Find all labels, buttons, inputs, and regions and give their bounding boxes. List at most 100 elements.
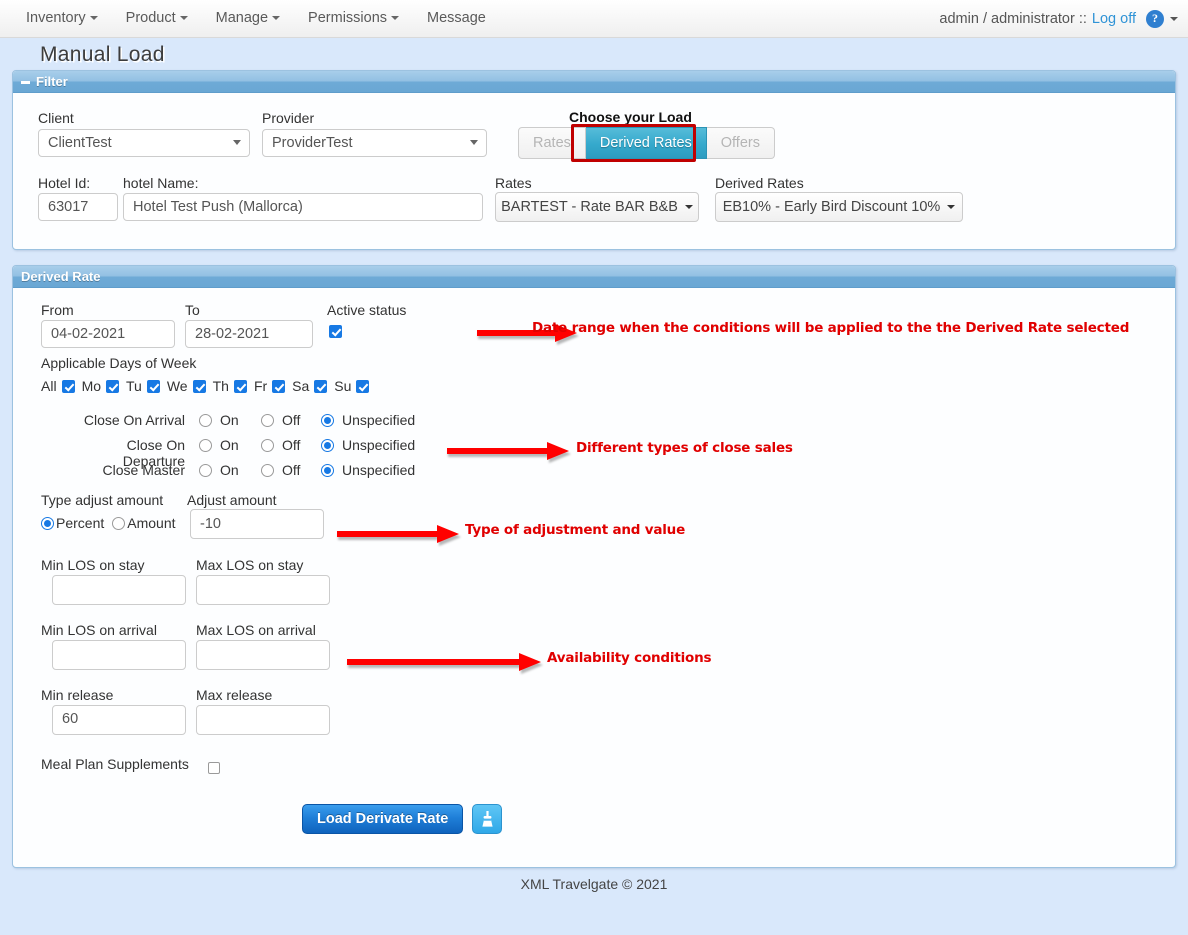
nav-item-permissions[interactable]: Permissions	[294, 0, 413, 37]
close-master-radio-off[interactable]	[261, 464, 274, 477]
max-los-arrival-label: Max LOS on arrival	[196, 622, 316, 638]
load-type-offers-button[interactable]: Offers	[706, 127, 775, 159]
provider-label: Provider	[262, 110, 315, 126]
days-of-week-label: Applicable Days of Week	[41, 355, 197, 371]
from-date-input[interactable]: 04-02-2021	[41, 320, 175, 348]
nav-item-inventory[interactable]: Inventory	[12, 0, 112, 37]
footer-copyright: XML Travelgate © 2021	[520, 876, 668, 892]
to-date-input[interactable]: 28-02-2021	[185, 320, 313, 348]
close-on-departure-unspecified-label: Unspecified	[342, 437, 416, 453]
type-amount-radio[interactable]	[112, 516, 126, 530]
rates-dropdown-button[interactable]: BARTEST - Rate BAR B&B	[495, 192, 699, 222]
annotation-arrow-adjustment	[337, 523, 467, 545]
derived-rates-label: Derived Rates	[715, 175, 804, 191]
client-select[interactable]: ClientTest	[38, 129, 250, 157]
min-release-input[interactable]: 60	[52, 705, 186, 735]
clear-form-button[interactable]	[472, 804, 502, 834]
max-los-stay-input[interactable]	[196, 575, 330, 605]
close-on-arrival-label: Close On Arrival	[83, 412, 185, 428]
nav-item-manage-label: Manage	[215, 10, 269, 26]
close-master-radio-unspecified[interactable]	[321, 464, 334, 477]
max-los-stay-label: Max LOS on stay	[196, 557, 304, 573]
collapse-icon[interactable]	[21, 80, 30, 84]
min-los-arrival-input[interactable]	[52, 640, 186, 670]
day-label-fr: Fr	[253, 378, 268, 394]
log-off-link[interactable]: Log off	[1092, 11, 1136, 27]
hotel-id-label: Hotel Id:	[38, 175, 91, 191]
meal-plan-supplements-checkbox[interactable]	[208, 762, 220, 774]
provider-select[interactable]: ProviderTest	[262, 129, 487, 157]
day-label-we: We	[166, 378, 188, 394]
nav-item-inventory-label: Inventory	[26, 10, 86, 26]
annotation-adjustment-text: Type of adjustment and value	[465, 522, 686, 538]
filter-panel-body: Client ClientTest Provider ProviderTest …	[13, 93, 1175, 249]
from-label: From	[41, 302, 74, 318]
day-label-su: Su	[334, 378, 352, 394]
adjust-amount-input[interactable]: -10	[190, 509, 324, 539]
annotation-close-sales-text: Different types of close sales	[576, 440, 793, 456]
client-select-wrap[interactable]: ClientTest	[38, 129, 250, 157]
chevron-down-icon	[947, 205, 956, 209]
nav-item-manage[interactable]: Manage	[202, 0, 294, 37]
chevron-down-icon	[391, 16, 400, 21]
max-release-input[interactable]	[196, 705, 330, 735]
chevron-down-icon	[272, 16, 281, 21]
close-on-arrival-radio-off[interactable]	[261, 414, 274, 427]
close-on-departure-radio-on[interactable]	[199, 439, 212, 452]
filter-panel-header[interactable]: Filter	[13, 71, 1175, 93]
close-master-label: Close Master	[102, 462, 185, 478]
nav-item-product-label: Product	[125, 10, 176, 26]
chevron-down-icon	[179, 16, 188, 21]
min-los-stay-input[interactable]	[52, 575, 186, 605]
nav-item-message-label: Message	[427, 10, 486, 26]
close-master-unspecified-label: Unspecified	[342, 462, 416, 478]
hotel-id-input[interactable]: 63017	[38, 193, 118, 221]
load-type-rates-button[interactable]: Rates	[518, 127, 586, 159]
type-percent-radio[interactable]	[41, 516, 54, 530]
chevron-down-icon	[89, 16, 98, 21]
day-checkbox-th[interactable]	[233, 379, 247, 393]
close-on-departure-radio-off[interactable]	[261, 439, 274, 452]
filter-panel: Filter Client ClientTest Provider Provid…	[12, 70, 1176, 250]
day-checkbox-tu[interactable]	[146, 379, 160, 393]
chevron-down-icon[interactable]	[1170, 16, 1178, 21]
close-master-on-label: On	[220, 462, 239, 478]
day-checkbox-sa[interactable]	[314, 379, 328, 393]
nav-item-message[interactable]: Message	[413, 0, 500, 37]
active-status-checkbox[interactable]	[329, 325, 342, 338]
close-master-radio-on[interactable]	[199, 464, 212, 477]
provider-select-wrap[interactable]: ProviderTest	[262, 129, 487, 157]
chevron-down-icon	[684, 205, 693, 209]
current-user-label: admin / administrator ::	[939, 10, 1087, 27]
type-amount-label: Amount	[127, 515, 176, 531]
load-type-button-group[interactable]: Rates Derived Rates Offers	[518, 127, 775, 159]
derived-rate-panel-header[interactable]: Derived Rate	[13, 266, 1175, 288]
min-los-stay-label: Min LOS on stay	[41, 557, 145, 573]
max-los-arrival-input[interactable]	[196, 640, 330, 670]
day-checkbox-mo[interactable]	[106, 379, 120, 393]
page-container: Manual Load Filter Client ClientTest Pro…	[0, 38, 1188, 935]
close-on-departure-radio-unspecified[interactable]	[321, 439, 334, 452]
close-on-arrival-radio-unspecified[interactable]	[321, 414, 334, 427]
day-label-sa: Sa	[292, 378, 310, 394]
hotel-name-label: hotel Name:	[123, 175, 199, 191]
broom-icon	[481, 811, 493, 827]
day-checkbox-su[interactable]	[356, 379, 370, 393]
close-on-arrival-radio-on[interactable]	[199, 414, 212, 427]
hotel-name-input[interactable]: Hotel Test Push (Mallorca)	[123, 193, 483, 221]
day-checkbox-we[interactable]	[192, 379, 206, 393]
day-checkbox-all[interactable]	[61, 379, 75, 393]
day-label-th: Th	[212, 378, 229, 394]
help-icon[interactable]: ?	[1146, 9, 1164, 28]
navbar-menu: Inventory Product Manage Permissions Mes…	[0, 0, 500, 37]
page-title: Manual Load	[40, 43, 165, 66]
load-type-derived-rates-button[interactable]: Derived Rates	[585, 127, 707, 159]
derived-rates-dropdown-button[interactable]: EB10% - Early Bird Discount 10%	[715, 192, 963, 222]
close-on-arrival-on-label: On	[220, 412, 239, 428]
adjust-amount-label: Adjust amount	[187, 492, 277, 508]
min-release-label: Min release	[41, 687, 114, 703]
day-checkbox-fr[interactable]	[272, 379, 286, 393]
derived-rates-dropdown-value: EB10% - Early Bird Discount 10%	[722, 199, 941, 215]
load-derivate-rate-button[interactable]: Load Derivate Rate	[302, 804, 464, 834]
nav-item-product[interactable]: Product	[112, 0, 202, 37]
